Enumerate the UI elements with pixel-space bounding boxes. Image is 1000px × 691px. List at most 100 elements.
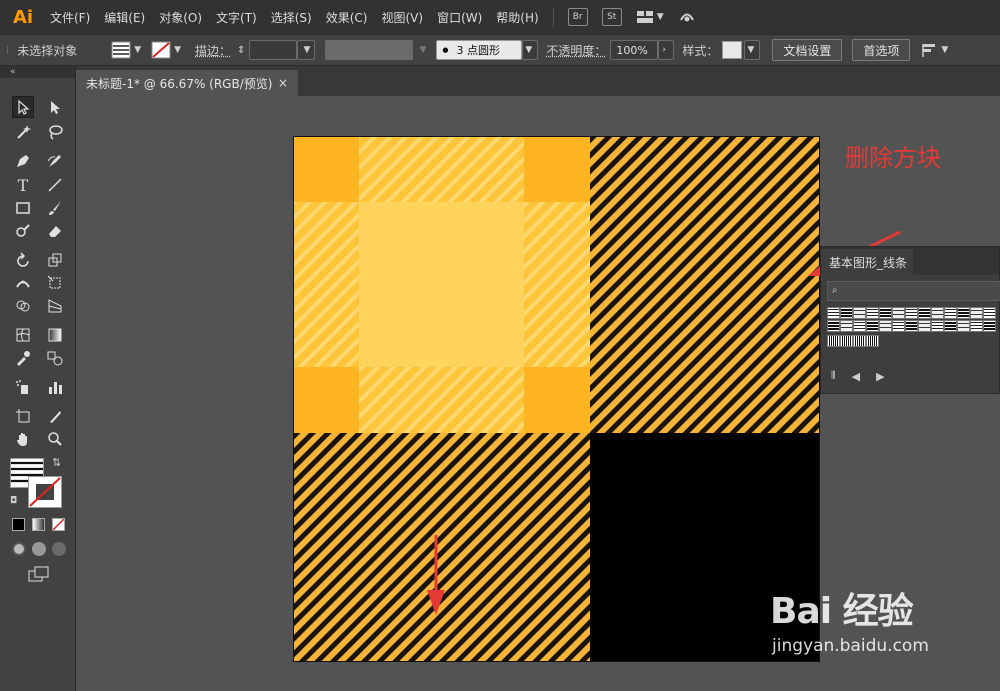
opacity-flyout[interactable]: › [658,40,675,60]
sync-icon[interactable] [678,7,696,28]
menu-object[interactable]: 对象(O) [159,9,202,26]
collapse-panel-icon[interactable]: « [0,66,75,78]
stepper-icon[interactable]: ⇕ [237,45,245,56]
opacity-label[interactable]: 不透明度： [546,42,606,59]
symbol-sprayer-tool[interactable] [12,376,34,398]
pattern-swatch[interactable] [970,307,983,319]
zoom-tool[interactable] [44,428,66,450]
magic-wand-tool[interactable] [12,121,34,143]
variable-width-profile[interactable] [325,40,414,60]
draw-behind-icon[interactable] [32,542,46,556]
preferences-button[interactable]: 首选项 [852,39,911,61]
previous-library-icon[interactable]: ◀ [852,370,860,383]
plaid-corner-square[interactable] [294,137,359,202]
pattern-swatch[interactable] [840,307,853,319]
pattern-swatch[interactable] [853,307,866,319]
bridge-button[interactable]: Br [567,8,588,26]
opacity-input[interactable]: 100% [610,40,659,60]
pattern-swatch[interactable] [931,320,944,332]
brush-definition[interactable]: ● 3 点圆形 [436,40,523,60]
pattern-swatch[interactable] [905,307,918,319]
pattern-swatch[interactable] [840,335,853,347]
draw-normal-icon[interactable] [12,542,26,556]
pattern-swatch[interactable] [827,320,840,332]
stroke-weight-dropdown[interactable]: ▼ [297,40,316,60]
graphic-style-swatch[interactable] [722,41,743,59]
pattern-swatch[interactable] [931,307,944,319]
workspace-switcher[interactable]: ▼ [636,10,664,24]
mesh-tool[interactable] [12,324,34,346]
striped-block-bottom[interactable] [294,433,590,662]
plaid-corner-square[interactable] [524,137,590,202]
brush-dropdown[interactable]: ▼ [522,40,539,60]
rectangle-tool[interactable] [12,197,34,219]
paintbrush-tool[interactable] [44,197,66,219]
style-dropdown[interactable]: ▼ [744,40,761,60]
plaid-artwork[interactable] [294,137,820,662]
scale-tool[interactable] [44,249,66,271]
pattern-swatch[interactable] [944,307,957,319]
draw-inside-icon[interactable] [52,542,66,556]
menu-view[interactable]: 视图(V) [381,9,423,26]
perspective-grid-tool[interactable] [44,295,66,317]
pattern-swatch[interactable] [879,307,892,319]
pattern-swatch[interactable] [827,307,840,319]
shaper-tool[interactable] [12,220,34,242]
library-menu-icon[interactable]: ⫴ [831,369,836,383]
swatch-search-input[interactable]: ⌕ [827,281,1000,301]
document-tab[interactable]: 未标题-1* @ 66.67% (RGB/预览) × [76,70,298,96]
pattern-swatch[interactable] [970,320,983,332]
pen-tool[interactable] [12,150,34,172]
menu-edit[interactable]: 编辑(E) [104,9,145,26]
pattern-swatch[interactable] [905,320,918,332]
fill-swatch-dropdown[interactable]: ▼ [111,41,141,59]
document-setup-button[interactable]: 文档设置 [772,39,843,61]
lasso-tool[interactable] [44,121,66,143]
artboard-tool[interactable] [12,405,34,427]
selection-tool[interactable] [12,96,34,118]
gradient-mode-icon[interactable] [32,518,45,531]
menu-window[interactable]: 窗口(W) [437,9,482,26]
pattern-swatch[interactable] [879,320,892,332]
pattern-swatch[interactable] [866,307,879,319]
plaid-center-square[interactable] [359,202,524,367]
pattern-swatch[interactable] [918,320,931,332]
slice-tool[interactable] [44,405,66,427]
none-mode-icon[interactable] [52,518,65,531]
next-library-icon[interactable]: ▶ [876,370,884,383]
free-transform-tool[interactable] [44,272,66,294]
pattern-swatch[interactable] [866,320,879,332]
stock-button[interactable]: St [601,8,622,26]
color-mode-icon[interactable] [12,518,25,531]
shape-builder-tool[interactable] [12,295,34,317]
screen-mode-icon[interactable] [28,566,50,585]
artboard[interactable] [293,136,820,662]
stroke-weight-input[interactable] [249,40,298,60]
menu-file[interactable]: 文件(F) [50,9,90,26]
stroke-weight-field[interactable]: ⇕ ▼ [237,40,316,60]
hand-tool[interactable] [12,428,34,450]
blend-tool[interactable] [44,347,66,369]
curvature-tool[interactable] [44,150,66,172]
swatch-library-tab[interactable]: 基本图形_线条 [821,249,913,275]
pattern-swatch[interactable] [853,335,866,347]
direct-selection-tool[interactable] [44,96,66,118]
menu-help[interactable]: 帮助(H) [496,9,538,26]
striped-block-right[interactable] [590,137,820,433]
arrange-documents-button[interactable]: ▼ [920,42,948,58]
menu-select[interactable]: 选择(S) [271,9,312,26]
pattern-swatch[interactable] [853,320,866,332]
pattern-swatch[interactable] [892,320,905,332]
rotate-tool[interactable] [12,249,34,271]
close-icon[interactable]: × [278,76,288,90]
line-segment-tool[interactable] [44,174,66,196]
eyedropper-tool[interactable] [12,347,34,369]
type-tool-icon[interactable]: T [12,174,34,196]
default-colors-icon[interactable]: ◘ [10,496,17,506]
eraser-tool[interactable] [44,220,66,242]
pattern-swatch[interactable] [983,307,996,319]
plaid-corner-square[interactable] [294,367,359,433]
stroke-color-swatch[interactable] [28,476,62,508]
width-tool[interactable] [12,272,34,294]
menu-type[interactable]: 文字(T) [216,9,257,26]
